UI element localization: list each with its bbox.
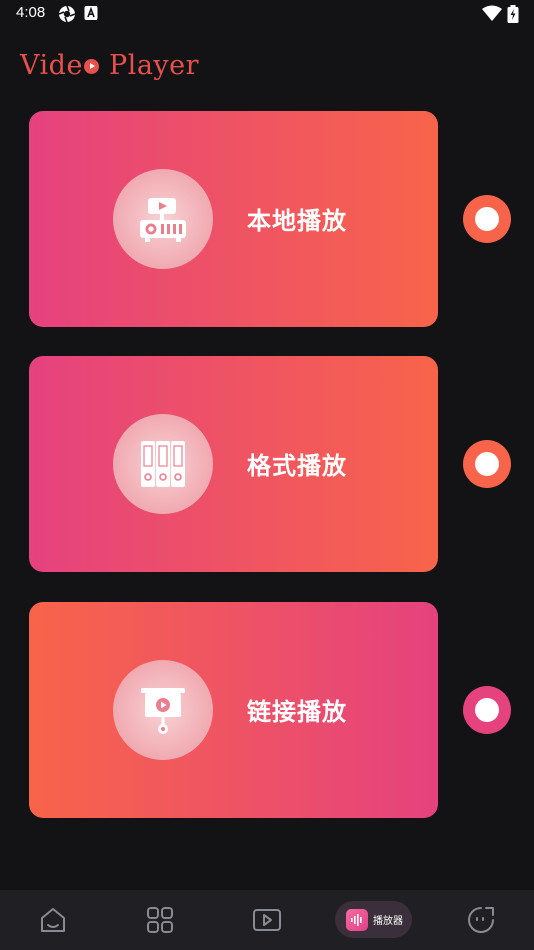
card-label: 格式播放 — [247, 452, 347, 480]
aperture-icon — [58, 5, 76, 27]
home-icon[interactable] — [37, 904, 69, 936]
format-binders-icon — [113, 414, 213, 514]
link-play-card[interactable]: 链接播放 — [29, 602, 438, 818]
app-title-right: Player — [109, 50, 200, 81]
local-play-card[interactable]: 本地播放 — [29, 111, 438, 327]
video-icon[interactable] — [251, 904, 283, 936]
nav-player-tab[interactable]: 播放器 — [335, 901, 412, 938]
nav-active-label: 播放器 — [373, 916, 403, 927]
presentation-play-icon — [113, 660, 213, 760]
app-title: Vide Player — [20, 50, 199, 81]
app-title-left: Vide — [20, 50, 83, 81]
link-play-toggle[interactable] — [463, 686, 511, 734]
play-circle-icon — [83, 59, 99, 74]
wifi-icon — [482, 5, 502, 26]
status-time: 4:08 — [16, 4, 46, 21]
projector-icon — [113, 169, 213, 269]
local-play-toggle[interactable] — [463, 195, 511, 243]
bottom-nav: 播放器 — [0, 890, 534, 950]
card-label: 本地播放 — [247, 207, 347, 235]
format-play-card[interactable]: 格式播放 — [29, 356, 438, 572]
format-play-toggle[interactable] — [463, 440, 511, 488]
a-badge-icon — [84, 5, 98, 25]
status-bar: 4:08 — [0, 0, 534, 28]
grid-icon[interactable] — [144, 904, 176, 936]
player-icon — [346, 908, 368, 931]
smile-icon[interactable] — [465, 904, 497, 936]
battery-icon — [507, 5, 519, 27]
card-label: 链接播放 — [247, 698, 347, 726]
